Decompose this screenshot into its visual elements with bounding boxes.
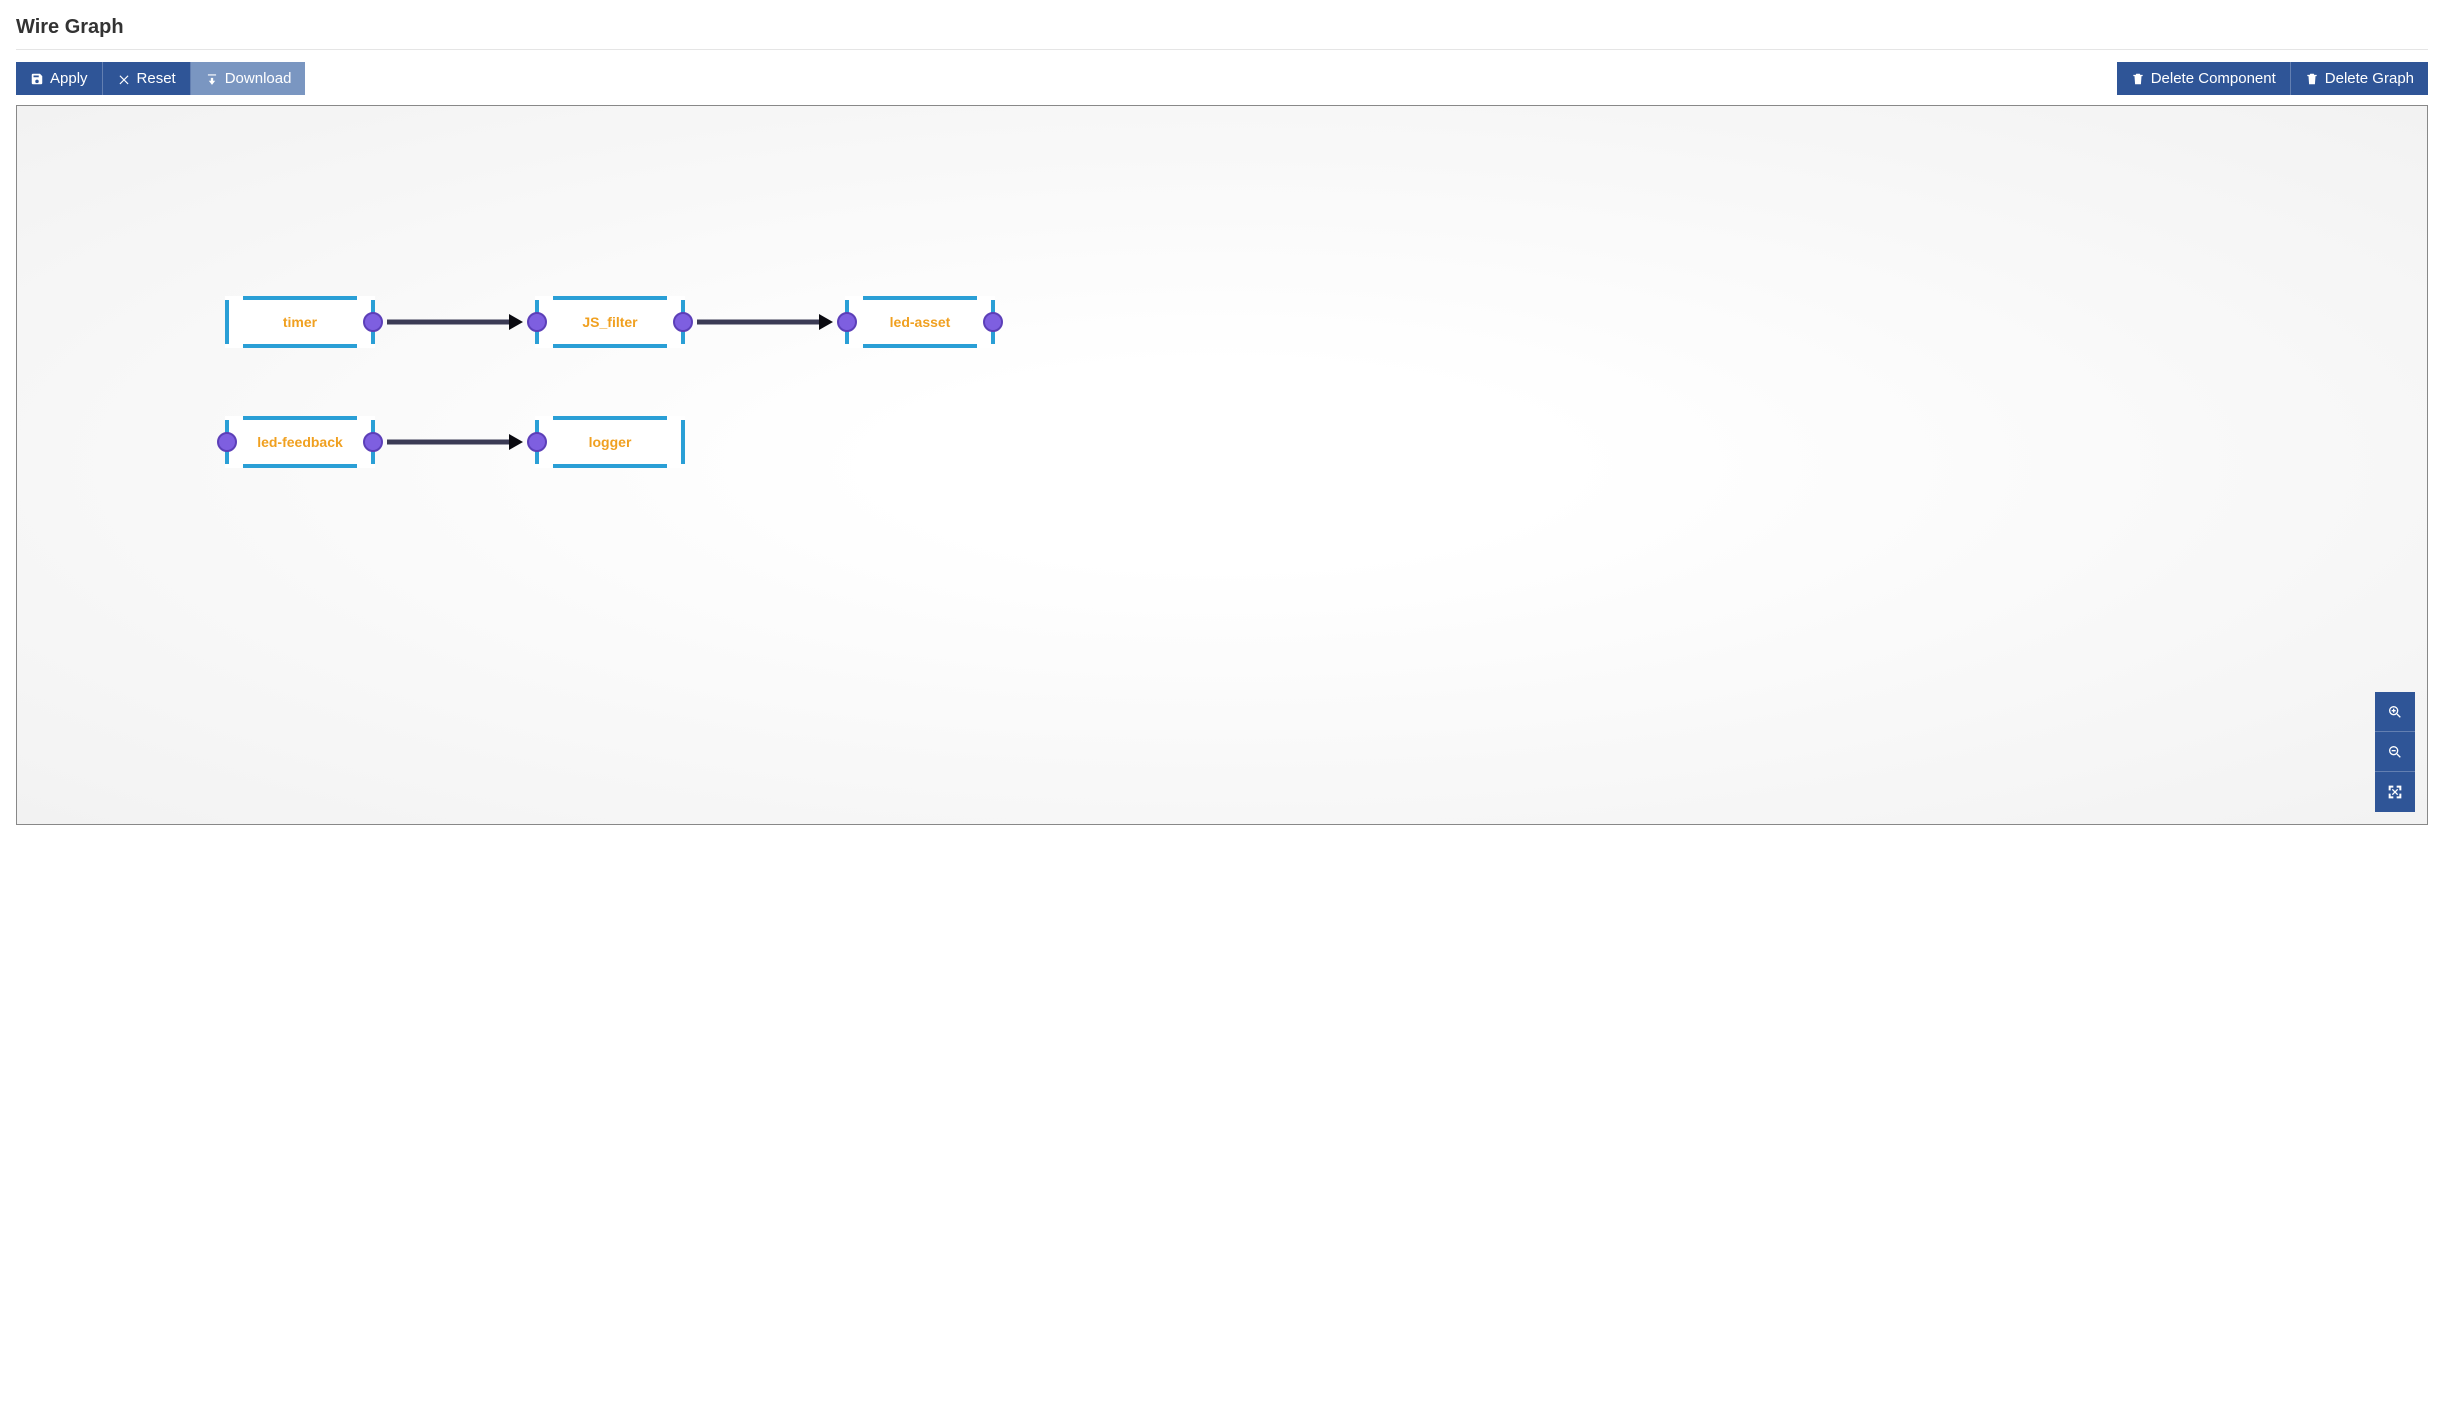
node-notch bbox=[225, 344, 243, 348]
node-notch bbox=[845, 296, 863, 300]
reset-button[interactable]: Reset bbox=[103, 62, 191, 95]
port-out[interactable] bbox=[673, 312, 693, 332]
port-out[interactable] bbox=[363, 312, 383, 332]
node-notch bbox=[225, 416, 243, 420]
wire-arrow-icon bbox=[819, 314, 833, 330]
zoom-fit-button[interactable] bbox=[2375, 772, 2415, 812]
download-icon bbox=[205, 72, 219, 86]
download-button[interactable]: Download bbox=[191, 62, 306, 95]
toolbar-left: Apply Reset Download bbox=[16, 62, 305, 95]
node-js-filter[interactable]: JS_filter bbox=[535, 296, 685, 348]
node-notch bbox=[225, 296, 243, 300]
node-label: led-feedback bbox=[257, 434, 343, 450]
expand-icon bbox=[2387, 784, 2403, 800]
wire-arrow-icon bbox=[509, 314, 523, 330]
delete-graph-label: Delete Graph bbox=[2325, 70, 2414, 87]
delete-component-label: Delete Component bbox=[2151, 70, 2276, 87]
node-notch bbox=[667, 344, 685, 348]
node-logger[interactable]: logger bbox=[535, 416, 685, 468]
node-notch bbox=[977, 296, 995, 300]
zoom-in-icon bbox=[2387, 704, 2403, 720]
node-label: logger bbox=[589, 434, 632, 450]
node-led-asset[interactable]: led-asset bbox=[845, 296, 995, 348]
zoom-out-icon bbox=[2387, 744, 2403, 760]
node-led-feedback[interactable]: led-feedback bbox=[225, 416, 375, 468]
delete-component-button[interactable]: Delete Component bbox=[2117, 62, 2291, 95]
wire-layer bbox=[17, 106, 2427, 824]
trash-icon bbox=[2305, 72, 2319, 86]
page-title: Wire Graph bbox=[16, 16, 2428, 50]
reset-label: Reset bbox=[137, 70, 176, 87]
port-in[interactable] bbox=[217, 432, 237, 452]
node-label: timer bbox=[283, 314, 317, 330]
zoom-out-button[interactable] bbox=[2375, 732, 2415, 772]
port-out[interactable] bbox=[983, 312, 1003, 332]
port-in[interactable] bbox=[837, 312, 857, 332]
wire-arrow-icon bbox=[509, 434, 523, 450]
node-notch bbox=[845, 344, 863, 348]
apply-label: Apply bbox=[50, 70, 88, 87]
node-label: JS_filter bbox=[582, 314, 637, 330]
node-notch bbox=[535, 344, 553, 348]
toolbar: Apply Reset Download Delete Component De… bbox=[16, 62, 2428, 95]
apply-button[interactable]: Apply bbox=[16, 62, 103, 95]
node-notch bbox=[667, 416, 685, 420]
delete-graph-button[interactable]: Delete Graph bbox=[2291, 62, 2428, 95]
toolbar-right: Delete Component Delete Graph bbox=[2117, 62, 2428, 95]
save-icon bbox=[30, 72, 44, 86]
close-icon bbox=[117, 72, 131, 86]
node-notch bbox=[357, 416, 375, 420]
port-in[interactable] bbox=[527, 312, 547, 332]
node-notch bbox=[535, 464, 553, 468]
port-in[interactable] bbox=[527, 432, 547, 452]
node-label: led-asset bbox=[890, 314, 951, 330]
node-notch bbox=[667, 296, 685, 300]
node-notch bbox=[357, 464, 375, 468]
node-notch bbox=[977, 344, 995, 348]
node-notch bbox=[357, 296, 375, 300]
port-out[interactable] bbox=[363, 432, 383, 452]
node-notch bbox=[225, 464, 243, 468]
node-timer[interactable]: timer bbox=[225, 296, 375, 348]
node-notch bbox=[535, 296, 553, 300]
trash-icon bbox=[2131, 72, 2145, 86]
zoom-in-button[interactable] bbox=[2375, 692, 2415, 732]
graph-canvas[interactable]: timer JS_filter led-asset led-feedback logge… bbox=[16, 105, 2428, 825]
node-notch bbox=[667, 464, 685, 468]
zoom-controls bbox=[2375, 692, 2415, 812]
node-notch bbox=[357, 344, 375, 348]
node-notch bbox=[535, 416, 553, 420]
download-label: Download bbox=[225, 70, 292, 87]
